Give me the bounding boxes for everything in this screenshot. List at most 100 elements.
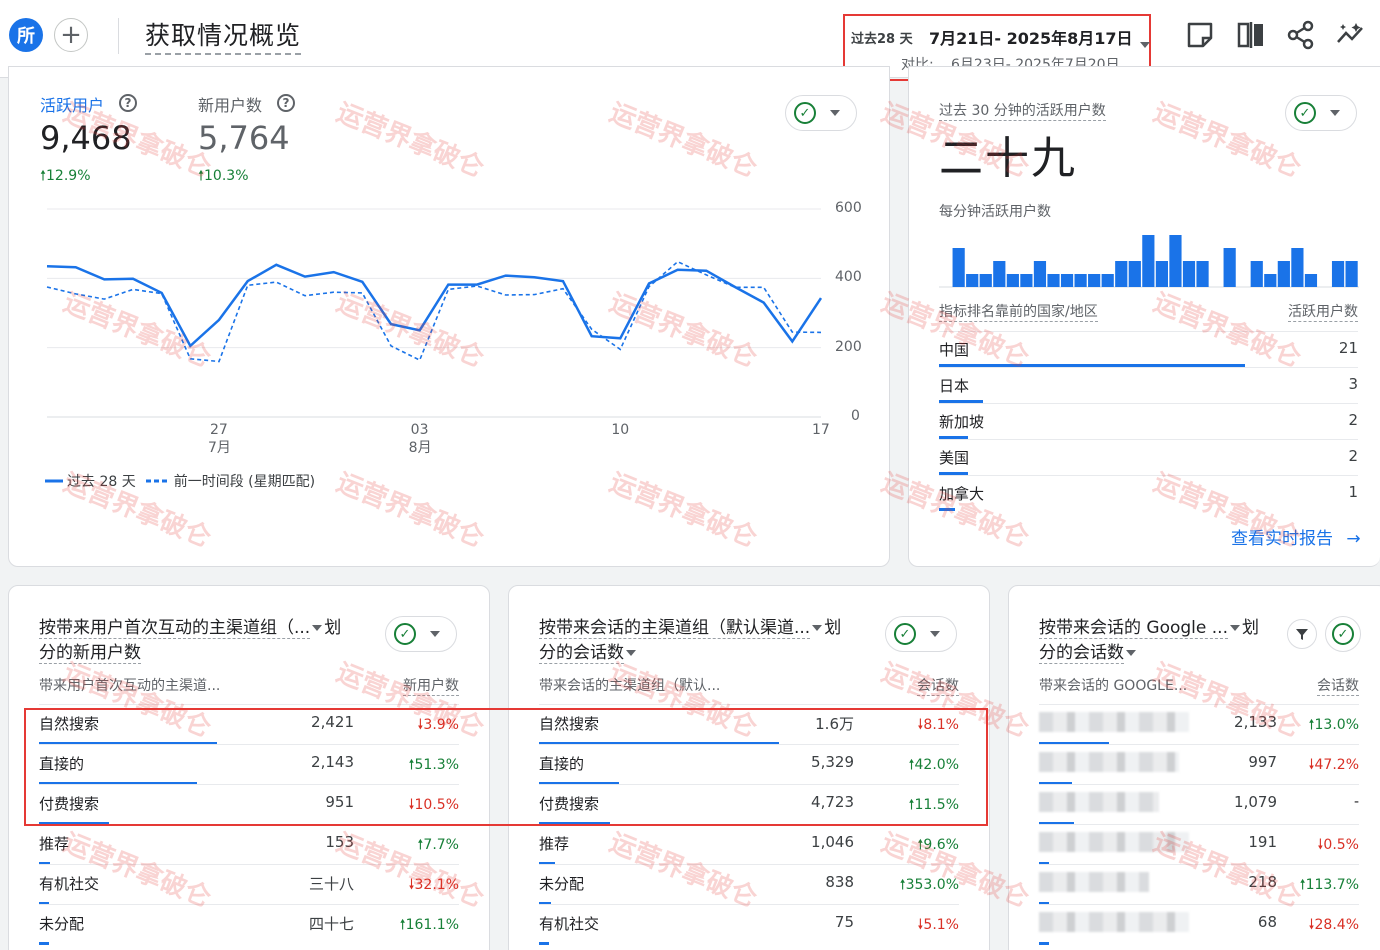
filter-button[interactable] xyxy=(1287,619,1317,649)
dimension-column-header[interactable]: 带来用户首次互动的主渠道... xyxy=(39,675,220,695)
country-name[interactable]: 新加坡 xyxy=(939,411,984,432)
change-value: 9.6% xyxy=(923,837,959,853)
check-circle-icon: ✓ xyxy=(794,102,816,124)
minute-bar[interactable] xyxy=(979,274,992,287)
row-divider xyxy=(1039,744,1359,745)
active-users-label[interactable]: 活跃用户 xyxy=(40,92,104,116)
chevron-down-icon[interactable] xyxy=(626,650,636,656)
data-quality-dropdown[interactable]: ✓ xyxy=(885,616,957,652)
users-overview-card: 活跃用户 ? 9,468 🠕12.9% 新用户数 ? 5,764 🠕10.3% … xyxy=(8,66,890,567)
redacted-campaign-name xyxy=(1039,912,1189,932)
card-title[interactable]: 按带来会话的主渠道组（默认渠道... 划分的会话数 xyxy=(539,616,879,666)
help-icon[interactable]: ? xyxy=(119,94,137,112)
y-tick-label: 0 xyxy=(851,408,860,424)
date-range-label: 过去28 天 xyxy=(851,32,913,47)
sessions-by-google-ads-card: 按带来会话的 Google ... 划分的会话数 ✓ 带来会话的 GOOGLE... 会… xyxy=(1008,585,1380,950)
note-icon[interactable] xyxy=(1185,20,1215,50)
legend-previous-label: 前一时间段 (星期匹配) xyxy=(173,474,316,490)
chevron-down-icon[interactable] xyxy=(812,625,823,631)
minute-bar[interactable] xyxy=(1115,261,1128,287)
chevron-down-icon[interactable] xyxy=(312,625,323,631)
row-divider xyxy=(939,475,1358,476)
data-quality-dropdown[interactable]: ✓ xyxy=(1285,95,1357,131)
metric-column-header[interactable]: 会话数 xyxy=(1317,675,1359,696)
minute-bar[interactable] xyxy=(1101,274,1114,287)
channel-name[interactable]: 未分配 xyxy=(539,873,584,894)
minute-bar[interactable] xyxy=(1250,261,1263,287)
change-percent: 🠕161.1% xyxy=(400,914,459,938)
dimension-column-header[interactable]: 带来会话的 GOOGLE... xyxy=(1039,675,1187,695)
chevron-down-icon[interactable] xyxy=(1126,650,1136,656)
new-users-label[interactable]: 新用户数 xyxy=(198,92,262,116)
country-column-header[interactable]: 指标排名靠前的国家/地区 xyxy=(939,301,1098,322)
minute-bar[interactable] xyxy=(1331,261,1345,287)
x-tick-label: 17 xyxy=(812,422,830,438)
country-name[interactable]: 日本 xyxy=(939,375,969,396)
minute-bar[interactable] xyxy=(1033,261,1047,287)
share-icon[interactable] xyxy=(1286,20,1316,50)
channel-name[interactable]: 有机社交 xyxy=(39,873,99,894)
minute-bar[interactable] xyxy=(1304,274,1318,287)
chevron-down-icon[interactable] xyxy=(1140,42,1150,48)
minute-bar[interactable] xyxy=(1047,274,1060,287)
minute-bar[interactable] xyxy=(1020,274,1033,287)
channel-name[interactable]: 未分配 xyxy=(39,913,84,934)
dimension-column-header[interactable]: 带来会话的主渠道组（默认... xyxy=(539,675,720,695)
add-comparison-button[interactable]: + xyxy=(54,18,88,52)
change-value: 0.5% xyxy=(1323,837,1359,853)
minute-bar[interactable] xyxy=(1169,235,1182,287)
row-divider xyxy=(939,367,1358,368)
minute-bar[interactable] xyxy=(1264,274,1277,287)
property-avatar[interactable]: 所 xyxy=(9,18,43,52)
row-divider xyxy=(939,439,1358,440)
minute-bar[interactable] xyxy=(1006,274,1019,287)
current-period-line xyxy=(46,263,823,348)
minute-bar[interactable] xyxy=(1155,261,1168,287)
minute-bar[interactable] xyxy=(993,261,1006,287)
data-quality-dropdown[interactable]: ✓ xyxy=(385,616,457,652)
country-name[interactable]: 美国 xyxy=(939,447,969,468)
minute-bar[interactable] xyxy=(1291,248,1304,287)
channel-name[interactable]: 有机社交 xyxy=(539,913,599,934)
minute-bar[interactable] xyxy=(1196,261,1209,287)
data-quality-button[interactable]: ✓ xyxy=(1325,616,1361,652)
x-tick-label: 10 xyxy=(611,422,630,438)
active-users-column-header[interactable]: 活跃用户数 xyxy=(1288,301,1358,322)
change-value: 32.1% xyxy=(414,877,459,893)
change-percent: 🠗0.5% xyxy=(1317,834,1359,858)
chevron-down-icon xyxy=(830,110,840,116)
minute-bar[interactable] xyxy=(1074,274,1087,287)
share-bar xyxy=(39,942,49,945)
insights-icon[interactable] xyxy=(1336,20,1366,50)
minute-bar[interactable] xyxy=(1060,274,1074,287)
country-name[interactable]: 加拿大 xyxy=(939,483,984,504)
minute-bar[interactable] xyxy=(1088,274,1101,287)
minute-bar[interactable] xyxy=(1277,261,1290,287)
compare-icon[interactable] xyxy=(1236,20,1266,50)
page-title: 获取情况概览 xyxy=(145,16,302,55)
card-title[interactable]: 按带来会话的 Google ... 划分的会话数 xyxy=(1039,616,1279,666)
metric-column-header[interactable]: 会话数 xyxy=(917,675,959,696)
help-icon[interactable]: ? xyxy=(277,94,295,112)
minute-bar[interactable] xyxy=(952,248,965,287)
minute-bar[interactable] xyxy=(1223,248,1236,287)
minute-bar[interactable] xyxy=(1142,235,1155,287)
channel-name[interactable]: 推荐 xyxy=(39,833,69,854)
minute-bar[interactable] xyxy=(966,274,979,287)
chevron-down-icon[interactable] xyxy=(1229,625,1240,631)
card-title-suffix: 划 xyxy=(324,618,342,638)
minute-bar[interactable] xyxy=(1182,261,1196,287)
change-percent: - xyxy=(1354,794,1359,810)
metric-column-header[interactable]: 新用户数 xyxy=(403,675,459,696)
view-realtime-link[interactable]: 查看实时报告 → xyxy=(1231,524,1361,549)
x-tick-month-label: 8月 xyxy=(408,440,432,456)
change-value: 113.7% xyxy=(1305,877,1359,893)
country-name[interactable]: 中国 xyxy=(939,339,969,360)
minute-bar[interactable] xyxy=(1128,261,1141,287)
channel-name[interactable]: 推荐 xyxy=(539,833,569,854)
data-quality-dropdown[interactable]: ✓ xyxy=(785,95,857,131)
card-title[interactable]: 按带来用户首次互动的主渠道组（... 划分的新用户数 xyxy=(39,616,379,666)
minute-bar[interactable] xyxy=(1345,261,1358,287)
active-users-change: 🠕12.9% xyxy=(40,168,91,184)
realtime-title[interactable]: 过去 30 分钟的活跃用户数 xyxy=(939,100,1106,121)
